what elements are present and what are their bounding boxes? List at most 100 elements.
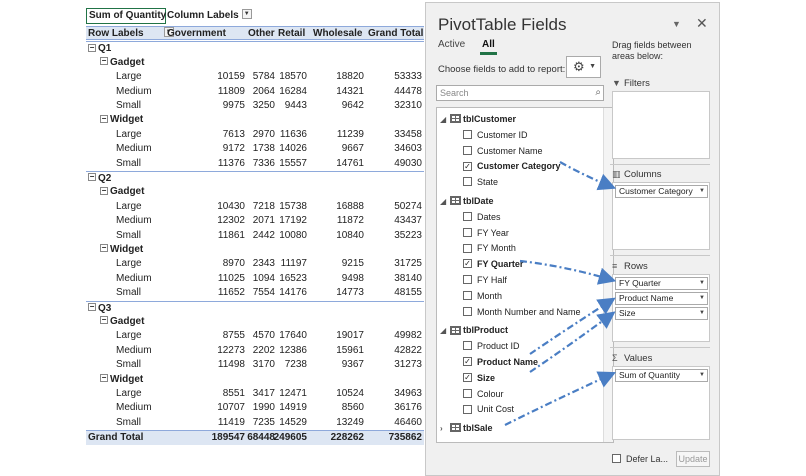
value-cell[interactable]: 14529 bbox=[279, 416, 307, 430]
field-item[interactable]: Customer ID bbox=[463, 128, 528, 143]
field-checkbox[interactable]: ✓ bbox=[463, 357, 472, 367]
field-item[interactable]: ✓ Size bbox=[463, 371, 495, 386]
value-cell[interactable]: 15557 bbox=[279, 157, 307, 171]
rows-area[interactable]: FY Quarter ▼ Product Name ▼ Size ▼ bbox=[612, 274, 710, 342]
collapse-chevron-icon[interactable]: ◢ bbox=[440, 194, 448, 209]
value-cell[interactable]: 14919 bbox=[279, 401, 307, 415]
field-item[interactable]: Customer Name bbox=[463, 144, 543, 159]
collapse-icon[interactable]: − bbox=[88, 173, 96, 182]
grand-total-cell[interactable]: 735862 bbox=[389, 431, 422, 445]
value-cell[interactable]: 42822 bbox=[394, 344, 422, 358]
collapse-icon[interactable]: − bbox=[88, 43, 96, 52]
field-table-tbldate[interactable]: ◢ tblDate bbox=[440, 194, 494, 209]
value-cell[interactable]: 18570 bbox=[279, 70, 307, 84]
field-checkbox[interactable]: ✓ bbox=[463, 161, 472, 171]
value-cell[interactable]: 11197 bbox=[281, 257, 307, 271]
collapse-icon[interactable]: − bbox=[100, 244, 108, 253]
value-cell[interactable]: 2202 bbox=[253, 344, 275, 358]
field-item[interactable]: Unit Cost bbox=[463, 402, 514, 417]
field-item[interactable]: FY Month bbox=[463, 241, 516, 256]
column-labels-filter-dropdown[interactable]: ▼ bbox=[241, 9, 252, 20]
value-cell[interactable]: 10080 bbox=[279, 229, 307, 243]
value-cell[interactable]: 17192 bbox=[279, 214, 307, 228]
value-cell[interactable]: 16888 bbox=[336, 200, 364, 214]
value-cell[interactable]: 2970 bbox=[253, 128, 275, 142]
expand-chevron-icon[interactable]: › bbox=[440, 421, 448, 436]
value-cell[interactable]: 9172 bbox=[223, 142, 245, 156]
row-label[interactable]: − Widget bbox=[100, 243, 143, 257]
collapse-icon[interactable]: − bbox=[100, 373, 108, 382]
value-cell[interactable]: 8970 bbox=[223, 257, 245, 271]
field-item[interactable]: ✓ FY Quarter bbox=[463, 257, 523, 272]
grand-total-cell[interactable]: 68448 bbox=[247, 431, 275, 445]
value-cell[interactable]: 9367 bbox=[342, 358, 364, 372]
search-input[interactable]: Search ⌕ bbox=[436, 85, 604, 101]
field-item[interactable]: Month bbox=[463, 289, 502, 304]
value-cell[interactable]: 14176 bbox=[279, 286, 307, 300]
collapse-icon[interactable]: − bbox=[100, 114, 108, 123]
value-cell[interactable]: 9975 bbox=[223, 99, 245, 113]
values-chip-sum-of-quantity[interactable]: Sum of Quantity ▼ bbox=[615, 369, 708, 382]
field-checkbox[interactable] bbox=[463, 290, 472, 300]
value-cell[interactable]: 10524 bbox=[336, 387, 364, 401]
row-label[interactable]: − Q2 bbox=[88, 172, 111, 186]
value-cell[interactable]: 1990 bbox=[253, 401, 275, 415]
value-cell[interactable]: 11376 bbox=[218, 157, 245, 171]
collapse-icon[interactable]: − bbox=[88, 302, 96, 311]
collapse-icon[interactable]: − bbox=[100, 186, 108, 195]
chevron-down-icon[interactable]: ▼ bbox=[699, 186, 705, 197]
value-cell[interactable]: 35223 bbox=[394, 229, 422, 243]
row-label[interactable]: − Gadget bbox=[100, 315, 144, 329]
value-cell[interactable]: 10430 bbox=[217, 200, 245, 214]
value-cell[interactable]: 14321 bbox=[336, 85, 364, 99]
value-cell[interactable]: 16284 bbox=[279, 85, 307, 99]
field-checkbox[interactable] bbox=[463, 388, 472, 398]
field-item[interactable]: Month Number and Name bbox=[463, 305, 581, 320]
value-cell[interactable]: 16523 bbox=[279, 272, 307, 286]
value-cell[interactable]: 18820 bbox=[336, 70, 364, 84]
grand-total-cell[interactable]: 249605 bbox=[274, 431, 307, 445]
row-label[interactable]: − Q1 bbox=[88, 42, 111, 56]
checkbox[interactable] bbox=[612, 454, 621, 464]
chevron-down-icon[interactable]: ▼ bbox=[699, 293, 705, 304]
value-cell[interactable]: 9498 bbox=[342, 272, 364, 286]
collapse-chevron-icon[interactable]: ◢ bbox=[440, 323, 448, 338]
field-table-tblproduct[interactable]: ◢ tblProduct bbox=[440, 323, 508, 338]
value-cell[interactable]: 8551 bbox=[223, 387, 245, 401]
value-cell[interactable]: 9642 bbox=[342, 99, 364, 113]
value-cell[interactable]: 15961 bbox=[336, 344, 364, 358]
value-cell[interactable]: 2064 bbox=[253, 85, 275, 99]
value-cell[interactable]: 31273 bbox=[394, 358, 422, 372]
field-item[interactable]: ✓ Customer Category bbox=[463, 159, 561, 174]
grand-total-cell[interactable]: 189547 bbox=[212, 431, 245, 445]
field-item[interactable]: Product ID bbox=[463, 339, 520, 354]
value-cell[interactable]: 9443 bbox=[285, 99, 307, 113]
columns-chip-customer-category[interactable]: Customer Category ▼ bbox=[615, 185, 708, 198]
field-checkbox[interactable] bbox=[463, 177, 472, 187]
close-icon[interactable]: ✕ bbox=[696, 15, 708, 32]
rows-chip-fy-quarter[interactable]: FY Quarter ▼ bbox=[615, 277, 708, 290]
field-checkbox[interactable]: ✓ bbox=[463, 372, 472, 382]
field-item[interactable]: FY Half bbox=[463, 273, 507, 288]
pivot-values-field-cell[interactable]: Sum of Quantity bbox=[86, 8, 166, 24]
value-cell[interactable]: 10840 bbox=[336, 229, 364, 243]
value-cell[interactable]: 14026 bbox=[279, 142, 307, 156]
field-checkbox[interactable] bbox=[463, 145, 472, 155]
value-cell[interactable]: 12471 bbox=[279, 387, 307, 401]
value-cell[interactable]: 49982 bbox=[394, 329, 422, 343]
value-cell[interactable]: 8560 bbox=[342, 401, 364, 415]
rows-chip-size[interactable]: Size ▼ bbox=[615, 307, 708, 320]
value-cell[interactable]: 14773 bbox=[336, 286, 364, 300]
tab-active[interactable]: Active bbox=[438, 39, 465, 50]
value-cell[interactable]: 17640 bbox=[279, 329, 307, 343]
row-label[interactable]: − Gadget bbox=[100, 56, 144, 70]
row-label[interactable]: − Widget bbox=[100, 113, 143, 127]
value-cell[interactable]: 11025 bbox=[218, 272, 245, 286]
value-cell[interactable]: 3170 bbox=[253, 358, 275, 372]
value-cell[interactable]: 11861 bbox=[218, 229, 245, 243]
value-cell[interactable]: 11419 bbox=[218, 416, 245, 430]
value-cell[interactable]: 44478 bbox=[394, 85, 422, 99]
field-checkbox[interactable] bbox=[463, 275, 472, 285]
collapse-icon[interactable]: − bbox=[100, 316, 108, 325]
value-cell[interactable]: 3417 bbox=[253, 387, 275, 401]
